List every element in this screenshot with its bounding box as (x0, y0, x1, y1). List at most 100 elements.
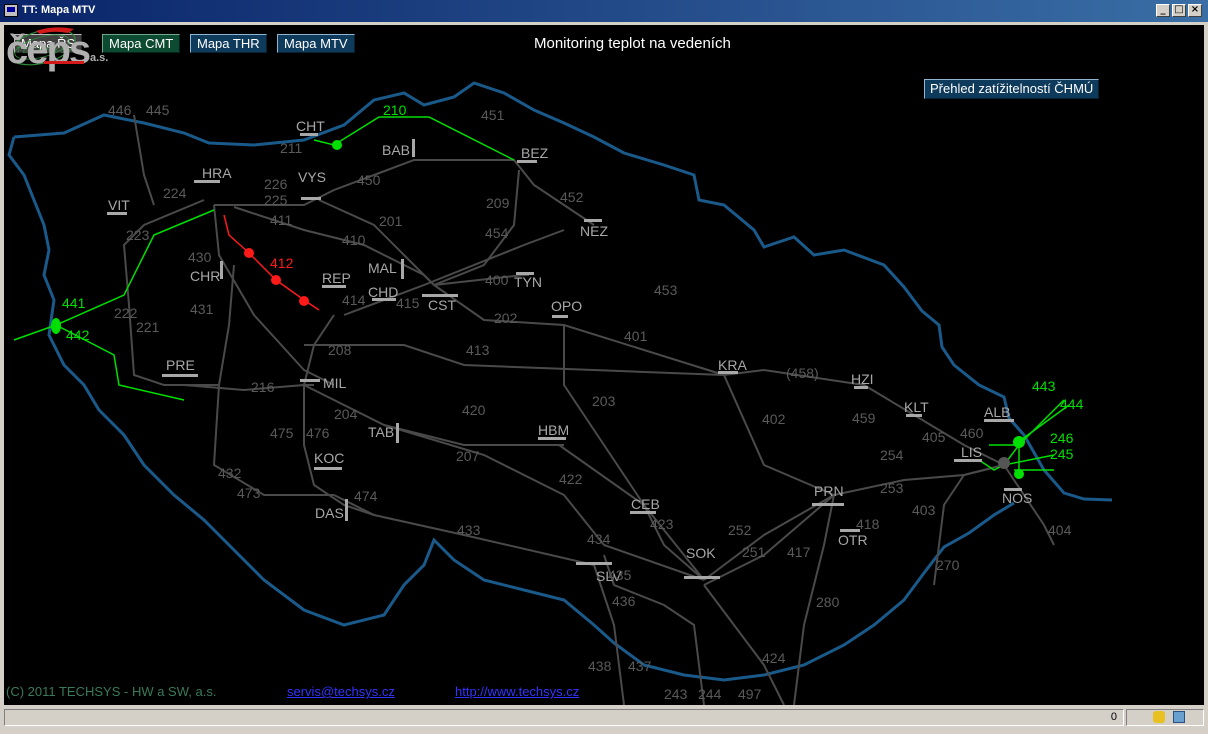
normal-line-label[interactable]: 436 (612, 593, 636, 609)
station-vit[interactable]: VIT (108, 197, 130, 213)
monitored-line-label[interactable]: 441 (62, 295, 86, 311)
normal-line-label[interactable]: 253 (880, 480, 904, 496)
station-chr[interactable]: CHR (190, 268, 220, 284)
normal-line-label[interactable]: 201 (379, 213, 403, 229)
station-mal[interactable]: MAL (368, 260, 397, 276)
normal-line-label[interactable]: 437 (628, 658, 652, 674)
station-tyn[interactable]: TYN (514, 274, 542, 290)
normal-line-label[interactable]: 223 (126, 227, 150, 243)
normal-line-label[interactable]: 280 (816, 594, 840, 610)
station-prn[interactable]: PRN (814, 483, 844, 499)
station-pre[interactable]: PRE (166, 357, 195, 373)
email-link[interactable]: servis@techsys.cz (287, 684, 395, 699)
close-button[interactable]: × (1188, 4, 1202, 17)
normal-line-label[interactable]: 204 (334, 406, 358, 422)
normal-line-label[interactable]: 225 (264, 192, 288, 208)
normal-line-label[interactable]: 446 (108, 102, 132, 118)
normal-line-label[interactable]: 222 (114, 305, 138, 321)
normal-line-label[interactable]: 434 (587, 531, 611, 547)
station-tab[interactable]: TAB (368, 424, 394, 440)
normal-line-label[interactable]: 432 (218, 465, 242, 481)
monitored-line-label[interactable]: 245 (1050, 446, 1074, 462)
user-icon[interactable] (1153, 711, 1165, 723)
normal-line-label[interactable]: 474 (354, 488, 378, 504)
normal-line-label[interactable]: 216 (251, 379, 275, 395)
normal-line-label[interactable]: 254 (880, 447, 904, 463)
monitored-line-label[interactable]: 210 (383, 102, 407, 118)
normal-line-label[interactable]: 454 (485, 225, 509, 241)
minimize-button[interactable]: _ (1156, 4, 1170, 17)
normal-line-label[interactable]: 431 (190, 301, 214, 317)
station-rep[interactable]: REP (322, 270, 351, 286)
normal-line-label[interactable]: 226 (264, 176, 288, 192)
monitored-line-label[interactable]: 443 (1032, 378, 1056, 394)
normal-line-label[interactable]: 202 (494, 310, 518, 326)
normal-line-label[interactable]: 445 (146, 102, 170, 118)
normal-line-label[interactable]: 452 (560, 189, 584, 205)
normal-line-label[interactable]: 209 (486, 195, 510, 211)
normal-line-label[interactable]: 451 (481, 107, 505, 123)
normal-line-label[interactable]: 430 (188, 249, 212, 265)
normal-line-label[interactable]: 417 (787, 544, 811, 560)
station-hra[interactable]: HRA (202, 165, 232, 181)
station-otr[interactable]: OTR (838, 532, 868, 548)
station-das[interactable]: DAS (315, 505, 344, 521)
normal-line-label[interactable]: 410 (342, 232, 366, 248)
station-hzi[interactable]: HZI (851, 371, 874, 387)
normal-line-label[interactable]: 433 (457, 522, 481, 538)
normal-line-label[interactable]: 453 (654, 282, 678, 298)
normal-line-label[interactable]: 459 (852, 410, 876, 426)
network-icon[interactable] (1173, 711, 1185, 723)
alarm-line-label[interactable]: 412 (270, 255, 294, 271)
normal-line-label[interactable]: (458) (786, 365, 819, 381)
normal-line-label[interactable]: 405 (922, 429, 946, 445)
normal-line-label[interactable]: 497 (738, 686, 762, 702)
overview-button[interactable]: Přehled zatížitelností ČHMÚ (924, 79, 1100, 99)
station-alb[interactable]: ALB (984, 404, 1010, 420)
station-cht[interactable]: CHT (296, 118, 325, 134)
normal-line-label[interactable]: 420 (462, 402, 486, 418)
station-lis[interactable]: LIS (961, 444, 982, 460)
station-koc[interactable]: KOC (314, 450, 344, 466)
normal-line-label[interactable]: 418 (856, 516, 880, 532)
monitored-line-label[interactable]: 442 (66, 327, 90, 343)
station-bez[interactable]: BEZ (521, 145, 549, 161)
station-kra[interactable]: KRA (718, 357, 747, 373)
station-nez[interactable]: NEZ (580, 223, 608, 239)
normal-line-label[interactable]: 403 (912, 502, 936, 518)
normal-line-label[interactable]: 404 (1048, 522, 1072, 538)
normal-line-label[interactable]: 244 (698, 686, 722, 702)
normal-line-label[interactable]: 208 (328, 342, 352, 358)
station-bab[interactable]: BAB (382, 142, 410, 158)
normal-line-label[interactable]: 243 (664, 686, 688, 702)
normal-line-label[interactable]: 450 (357, 172, 381, 188)
app-icon[interactable] (4, 4, 18, 17)
monitored-line-label[interactable]: 246 (1050, 430, 1074, 446)
normal-line-label[interactable]: 207 (456, 448, 480, 464)
normal-line-label[interactable]: 251 (742, 544, 766, 560)
normal-line-label[interactable]: 414 (342, 292, 366, 308)
station-opo[interactable]: OPO (551, 298, 582, 314)
normal-line-label[interactable]: 435 (608, 567, 632, 583)
normal-line-label[interactable]: 411 (270, 212, 293, 228)
normal-line-label[interactable]: 252 (728, 522, 752, 538)
normal-line-label[interactable]: 224 (163, 185, 187, 201)
normal-line-label[interactable]: 422 (559, 471, 583, 487)
normal-line-label[interactable]: 413 (466, 342, 490, 358)
station-hbm[interactable]: HBM (538, 422, 569, 438)
normal-line-label[interactable]: 415 (396, 295, 420, 311)
tab-mapa-mtv[interactable]: Mapa MTV (277, 34, 355, 53)
station-mil[interactable]: MIL (323, 375, 347, 391)
normal-line-label[interactable]: 475 (270, 425, 294, 441)
normal-line-label[interactable]: 270 (936, 557, 960, 573)
normal-line-label[interactable]: 402 (762, 411, 786, 427)
station-cst[interactable]: CST (428, 297, 456, 313)
tab-mapa-thr[interactable]: Mapa THR (190, 34, 267, 53)
station-vys[interactable]: VYS (298, 169, 326, 185)
station-ceb[interactable]: CEB (631, 496, 660, 512)
normal-line-label[interactable]: 460 (960, 425, 984, 441)
normal-line-label[interactable]: 424 (762, 650, 786, 666)
website-link[interactable]: http://www.techsys.cz (455, 684, 579, 699)
station-sok[interactable]: SOK (686, 545, 716, 561)
station-klt[interactable]: KLT (904, 399, 929, 415)
